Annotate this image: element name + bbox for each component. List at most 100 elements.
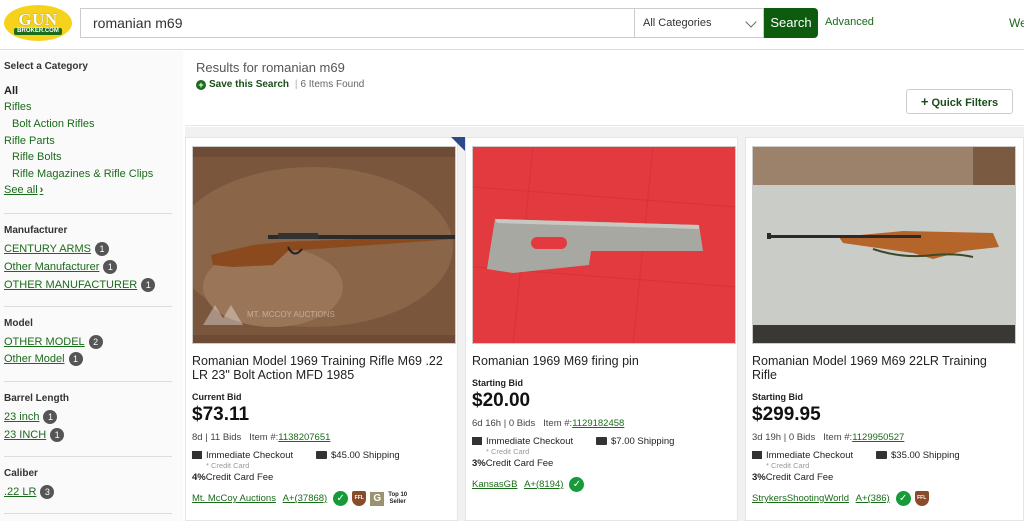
listing-card[interactable]: Romanian Model 1969 M69 22LR Training Ri… (745, 137, 1024, 521)
model-heading: Model (4, 318, 33, 329)
filter-century-arms[interactable]: CENTURY ARMS 1 (4, 242, 110, 256)
count-badge: 2 (88, 335, 103, 349)
check-badge-icon: ✓ (333, 491, 349, 506)
fee-pct: 3% (472, 458, 486, 469)
filter-other-model-caps[interactable]: OTHER MODEL 2 (4, 335, 103, 349)
filter-other-manufacturer-caps[interactable]: OTHER MANUFACTURER 1 (4, 278, 156, 292)
header: GUN BROKER.COM romanian m69 All Categori… (0, 0, 1024, 50)
quick-filters-label: Quick Filters (931, 97, 999, 109)
seller-text: Seller (389, 498, 406, 505)
listing-title[interactable]: Romanian Model 1969 M69 22LR Training Ri… (752, 354, 1014, 382)
gunbroker-logo[interactable]: GUN BROKER.COM (4, 5, 72, 41)
seller-link[interactable]: Mt. McCoy Auctions (192, 493, 276, 504)
seller-rating[interactable]: A+(37868) (283, 493, 328, 504)
listing-meta: 3d 19h | 0 Bids Item #:1129950527 (752, 432, 905, 443)
see-all-label: See all (4, 184, 38, 196)
fee-info: 3%Credit Card Fee (752, 472, 833, 483)
bid-count: 0 Bids (788, 432, 816, 443)
listing-image[interactable]: MT. MCCOY AUCTIONS (192, 146, 456, 344)
card-icon (192, 451, 202, 459)
seller-rating[interactable]: A+(386) (856, 493, 890, 504)
search-button[interactable]: Search (764, 8, 818, 38)
watermark-text: MT. MCCOY AUCTIONS (247, 310, 335, 319)
category-select[interactable]: All Categories (634, 8, 764, 38)
items-found: 6 Items Found (300, 79, 365, 90)
item-number-link[interactable]: 1138207651 (278, 432, 330, 443)
fee-label: Credit Card Fee (205, 472, 274, 483)
category-rifle-parts[interactable]: Rifle Parts (4, 135, 55, 147)
checkout-info: Immediate Checkout * Credit Card (752, 450, 853, 470)
listing-title[interactable]: Romanian 1969 M69 firing pin (472, 354, 734, 368)
listing-image[interactable] (752, 146, 1016, 344)
ffl-badge-icon: FFL (352, 491, 367, 506)
count-badge: 1 (50, 428, 65, 442)
checkout-label: Immediate Checkout (206, 450, 294, 461)
check-badge-icon: ✓ (895, 491, 911, 506)
category-rifle-bolts[interactable]: Rifle Bolts (12, 151, 62, 163)
time-left: 6d 16h (472, 418, 502, 429)
divider (4, 513, 172, 514)
advanced-search-link[interactable]: Advanced (825, 16, 874, 28)
category-bolt-action-rifles[interactable]: Bolt Action Rifles (12, 118, 95, 130)
shipping-cost: $35.00 Shipping (891, 450, 960, 461)
chevron-down-icon (745, 16, 757, 28)
filter-other-manufacturer[interactable]: Other Manufacturer 1 (4, 260, 118, 274)
fee-pct: 4% (192, 472, 206, 483)
welcome-text[interactable]: We (1009, 16, 1024, 30)
seller-info: KansasGB A+(8194) ✓ (472, 477, 585, 492)
fee-info: 3%Credit Card Fee (472, 458, 553, 469)
plus-circle-icon: + (196, 80, 206, 90)
save-search-link[interactable]: Save this Search (209, 79, 289, 90)
top-10-text: Top 10 (388, 491, 408, 498)
item-label: Item #: (543, 418, 573, 429)
count-badge: 3 (40, 485, 55, 499)
item-label: Item #: (249, 432, 279, 443)
fee-label: Credit Card Fee (765, 472, 834, 483)
filter-23-inch[interactable]: 23 inch 1 (4, 410, 58, 424)
filter-label: OTHER MANUFACTURER (4, 278, 138, 291)
price: $20.00 (472, 390, 531, 411)
ffl-badge-icon: FFL (914, 491, 929, 506)
listing-card[interactable]: MT. MCCOY AUCTIONS Romanian Model 1969 T… (185, 137, 458, 521)
filter-label: .22 LR (4, 485, 37, 498)
listing-image[interactable] (472, 146, 736, 344)
category-rifle-magazines[interactable]: Rifle Magazines & Rifle Clips (12, 168, 153, 180)
bid-label: Current Bid (192, 392, 242, 402)
quick-filters-button[interactable]: + Quick Filters (906, 89, 1013, 114)
category-all[interactable]: All (4, 85, 18, 97)
count-badge: 1 (103, 260, 118, 274)
listing-card[interactable]: Romanian 1969 M69 firing pin Starting Bi… (465, 137, 738, 521)
count-badge: 1 (95, 242, 110, 256)
item-number-link[interactable]: 1129182458 (572, 418, 624, 429)
see-all-link[interactable]: See all › (4, 184, 43, 196)
item-number-link[interactable]: 1129950527 (852, 432, 904, 443)
truck-icon (316, 451, 327, 459)
filter-22-lr[interactable]: .22 LR 3 (4, 485, 55, 499)
bid-count: 11 Bids (210, 432, 242, 443)
seller-rating[interactable]: A+(8194) (524, 479, 563, 490)
logo-text: GUN (18, 9, 58, 29)
results-title: Results for romanian m69 (196, 60, 345, 75)
card-icon (752, 451, 762, 459)
shipping-info: $35.00 Shipping (876, 450, 960, 461)
card-icon (472, 437, 482, 445)
seller-link[interactable]: KansasGB (472, 479, 517, 490)
filter-other-model[interactable]: Other Model 1 (4, 352, 83, 366)
top-10-seller-badge: Top 10 Seller (388, 492, 407, 506)
seller-link[interactable]: StrykersShootingWorld (752, 493, 849, 504)
item-label: Item #: (823, 432, 853, 443)
time-left: 3d 19h (752, 432, 782, 443)
listing-title[interactable]: Romanian Model 1969 Training Rifle M69 .… (192, 354, 454, 382)
category-rifles[interactable]: Rifles (4, 101, 32, 113)
save-search: + Save this Search | 6 Items Found (196, 79, 364, 90)
firing-pin-photo (473, 147, 735, 343)
shipping-cost: $45.00 Shipping (331, 450, 400, 461)
shipping-info: $45.00 Shipping (316, 450, 400, 461)
divider (4, 306, 172, 307)
filter-23-inch-caps[interactable]: 23 INCH 1 (4, 428, 65, 442)
credit-card-note: * Credit Card (206, 461, 250, 470)
shipping-info: $7.00 Shipping (596, 436, 674, 447)
search-input[interactable]: romanian m69 (80, 8, 635, 38)
checkout-info: Immediate Checkout * Credit Card (192, 450, 293, 470)
time-left: 8d (192, 432, 203, 443)
